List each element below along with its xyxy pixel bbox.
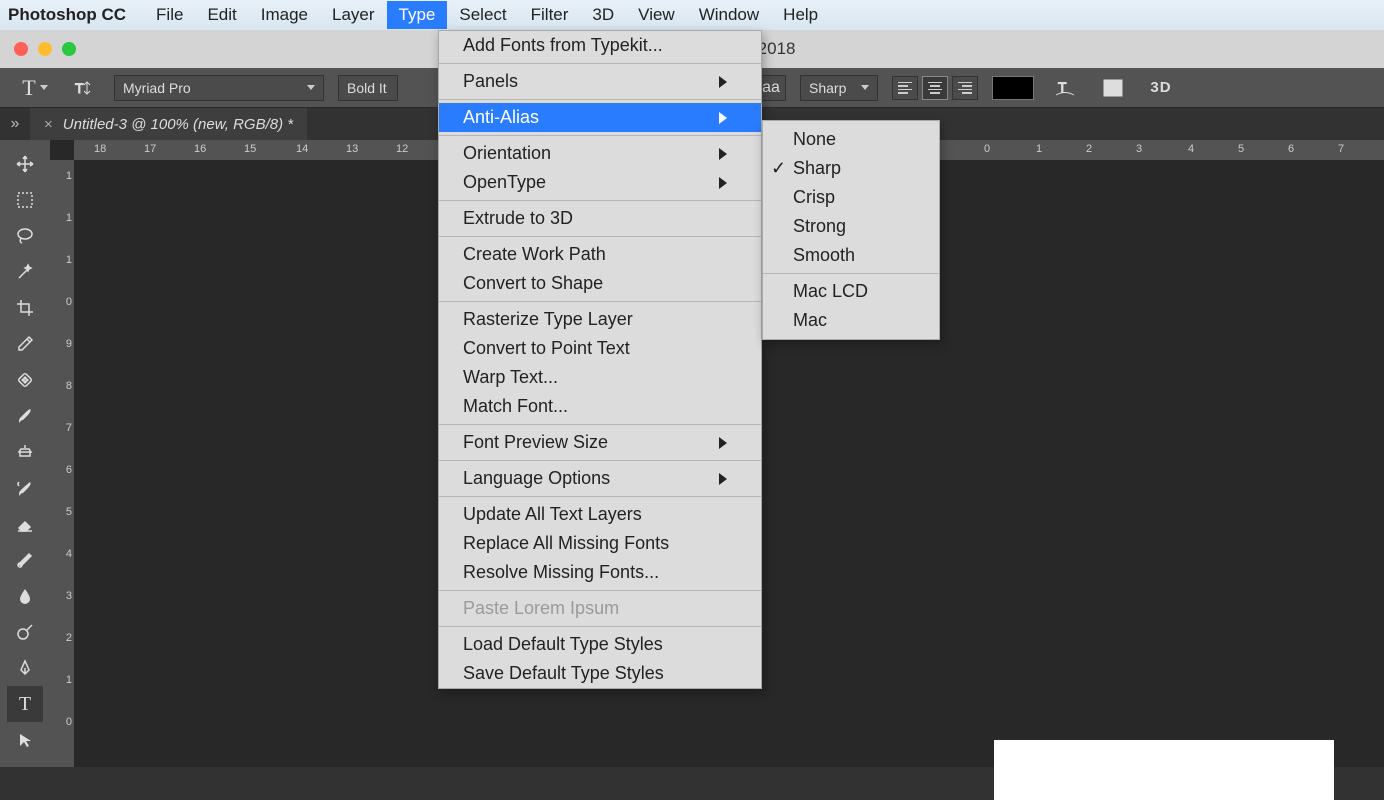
menuitem-resolve-missing-fonts[interactable]: Resolve Missing Fonts...	[439, 558, 761, 587]
eyedropper-tool[interactable]	[7, 326, 43, 362]
document-tab-label: Untitled-3 @ 100% (new, RGB/8) *	[63, 116, 293, 133]
menuitem-panels[interactable]: Panels	[439, 67, 761, 96]
menu-type[interactable]: Type	[387, 1, 448, 29]
menuitem-rasterize-type-layer[interactable]: Rasterize Type Layer	[439, 305, 761, 334]
menuitem-language-options[interactable]: Language Options	[439, 464, 761, 493]
menuitem-font-preview-size[interactable]: Font Preview Size	[439, 428, 761, 457]
menuitem-add-fonts-from-typekit[interactable]: Add Fonts from Typekit...	[439, 31, 761, 60]
system-menubar: Photoshop CC FileEditImageLayerTypeSelec…	[0, 0, 1384, 30]
menu-select[interactable]: Select	[447, 1, 518, 29]
aa-option-crisp[interactable]: Crisp	[763, 183, 939, 212]
align-right-button[interactable]	[952, 76, 978, 100]
crop-tool[interactable]	[7, 290, 43, 326]
font-style-value: Bold It	[347, 80, 387, 96]
document-tab[interactable]: × Untitled-3 @ 100% (new, RGB/8) *	[30, 108, 307, 140]
menuitem-match-font[interactable]: Match Font...	[439, 392, 761, 421]
anti-alias-submenu: None✓SharpCrispStrongSmooth Mac LCDMac	[762, 120, 940, 340]
path-selection-tool[interactable]	[7, 722, 43, 758]
menuitem-update-all-text-layers[interactable]: Update All Text Layers	[439, 500, 761, 529]
lasso-tool[interactable]	[7, 218, 43, 254]
history-brush-tool[interactable]	[7, 470, 43, 506]
aa-option-mac[interactable]: Mac	[763, 306, 939, 335]
gradient-tool[interactable]	[7, 542, 43, 578]
font-style-dropdown[interactable]: Bold It	[338, 75, 398, 101]
character-panel-icon[interactable]	[1096, 74, 1130, 102]
vertical-ruler: 11109876543210	[50, 160, 74, 767]
menu-edit[interactable]: Edit	[195, 1, 248, 29]
menuitem-save-default-type-styles[interactable]: Save Default Type Styles	[439, 659, 761, 688]
menu-help[interactable]: Help	[771, 1, 830, 29]
menu-filter[interactable]: Filter	[519, 1, 581, 29]
warp-text-icon[interactable]: T	[1048, 74, 1082, 102]
dodge-tool[interactable]	[7, 614, 43, 650]
font-family-dropdown[interactable]: Myriad Pro	[114, 75, 324, 101]
menu-3d[interactable]: 3D	[580, 1, 626, 29]
expand-panels-icon[interactable]: »	[0, 115, 30, 133]
tools-panel: T	[0, 140, 50, 767]
type-menu: Add Fonts from Typekit... Panels Anti-Alia…	[438, 30, 762, 689]
menuitem-extrude-to-3d[interactable]: Extrude to 3D	[439, 204, 761, 233]
menuitem-convert-to-shape[interactable]: Convert to Shape	[439, 269, 761, 298]
anti-alias-dropdown[interactable]: Sharp	[800, 75, 878, 101]
aa-option-strong[interactable]: Strong	[763, 212, 939, 241]
type-tool[interactable]: T	[7, 686, 43, 722]
align-center-button[interactable]	[922, 76, 948, 100]
text-orientation-icon[interactable]: T	[66, 74, 100, 102]
align-left-button[interactable]	[892, 76, 918, 100]
3d-button[interactable]: 3D	[1144, 74, 1178, 102]
app-name: Photoshop CC	[8, 5, 126, 25]
pen-tool[interactable]	[7, 650, 43, 686]
move-tool[interactable]	[7, 146, 43, 182]
svg-text:T: T	[75, 80, 84, 96]
aa-option-sharp[interactable]: ✓Sharp	[763, 154, 939, 183]
aa-option-smooth[interactable]: Smooth	[763, 241, 939, 270]
eraser-tool[interactable]	[7, 506, 43, 542]
menuitem-paste-lorem-ipsum: Paste Lorem Ipsum	[439, 594, 761, 623]
aa-option-none[interactable]: None	[763, 125, 939, 154]
clone-stamp-tool[interactable]	[7, 434, 43, 470]
menuitem-create-work-path[interactable]: Create Work Path	[439, 240, 761, 269]
font-family-value: Myriad Pro	[123, 80, 191, 96]
magic-wand-tool[interactable]	[7, 254, 43, 290]
text-align-group	[892, 76, 978, 100]
menuitem-anti-alias[interactable]: Anti-Alias	[439, 103, 761, 132]
menuitem-opentype[interactable]: OpenType	[439, 168, 761, 197]
menuitem-replace-all-missing-fonts[interactable]: Replace All Missing Fonts	[439, 529, 761, 558]
menu-view[interactable]: View	[626, 1, 687, 29]
menu-window[interactable]: Window	[687, 1, 771, 29]
menuitem-convert-to-point-text[interactable]: Convert to Point Text	[439, 334, 761, 363]
menuitem-warp-text[interactable]: Warp Text...	[439, 363, 761, 392]
document-edge	[994, 740, 1334, 800]
menu-image[interactable]: Image	[249, 1, 320, 29]
menuitem-load-default-type-styles[interactable]: Load Default Type Styles	[439, 630, 761, 659]
menu-file[interactable]: File	[144, 1, 195, 29]
close-tab-icon[interactable]: ×	[44, 116, 53, 133]
aa-option-mac-lcd[interactable]: Mac LCD	[763, 277, 939, 306]
healing-brush-tool[interactable]	[7, 362, 43, 398]
marquee-tool[interactable]	[7, 182, 43, 218]
menuitem-orientation[interactable]: Orientation	[439, 139, 761, 168]
brush-tool[interactable]	[7, 398, 43, 434]
type-tool-icon[interactable]: T	[18, 74, 52, 102]
menu-layer[interactable]: Layer	[320, 1, 387, 29]
blur-tool[interactable]	[7, 578, 43, 614]
text-color-swatch[interactable]	[992, 76, 1034, 100]
anti-alias-value: Sharp	[809, 80, 846, 96]
